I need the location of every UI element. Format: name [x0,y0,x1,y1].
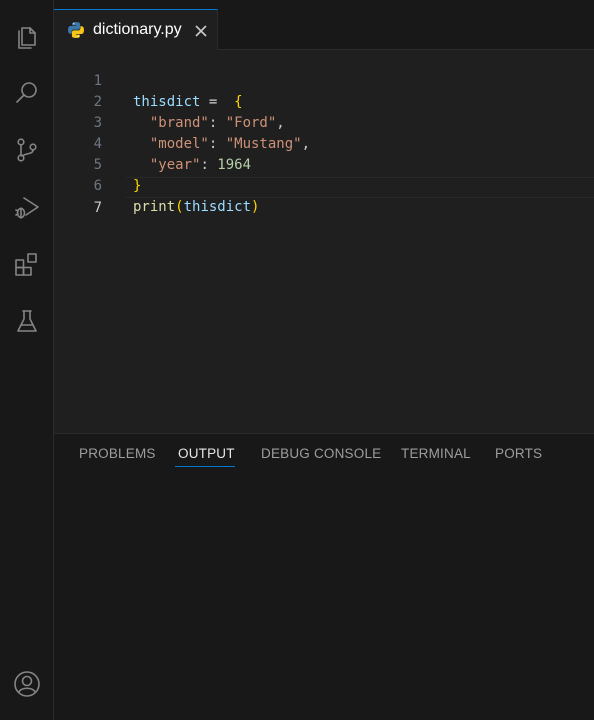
tab-dictionary-py[interactable]: dictionary.py [54,9,218,50]
code-line-active: 7 [54,177,594,216]
code-line: 6 print(thisdict) [54,155,594,215]
testing-icon[interactable] [0,297,54,345]
code-line: 5 } [54,134,594,194]
bottom-panel: PROBLEMS OUTPUT DEBUG CONSOLE TERMINAL P… [54,433,594,720]
line-text: print(thisdict) [133,199,260,215]
code-editor[interactable]: 1 thisdict = { 2 "brand": "Ford", 3 "mod… [54,50,594,433]
code-line: 3 "model": "Mustang", [54,92,594,152]
close-icon[interactable] [194,23,208,37]
code-line: 4 "year": 1964 [54,113,594,173]
active-tab-indicator [175,466,235,467]
activity-bar [0,0,54,720]
code-line: 2 "brand": "Ford", [54,71,594,131]
search-icon[interactable] [0,69,54,117]
tab-ports[interactable]: PORTS [495,446,542,468]
run-debug-icon[interactable] [0,183,54,231]
tab-debug-console[interactable]: DEBUG CONSOLE [261,446,381,468]
editor-tabs-bar: dictionary.py [54,0,594,50]
code-line: 1 thisdict = { [54,50,594,110]
vscode-window: dictionary.py 1 thisdict = { 2 "brand": … [0,0,594,720]
account-icon[interactable] [0,660,54,708]
tab-label: dictionary.py [93,21,182,38]
files-icon[interactable] [0,12,54,60]
python-icon [68,22,84,38]
tab-output[interactable]: OUTPUT [178,446,235,468]
source-control-icon[interactable] [0,126,54,174]
extensions-icon[interactable] [0,240,54,288]
tab-problems[interactable]: PROBLEMS [79,446,156,468]
tab-terminal[interactable]: TERMINAL [401,446,471,468]
line-number: 7 [93,200,102,216]
output-area[interactable] [54,474,594,720]
